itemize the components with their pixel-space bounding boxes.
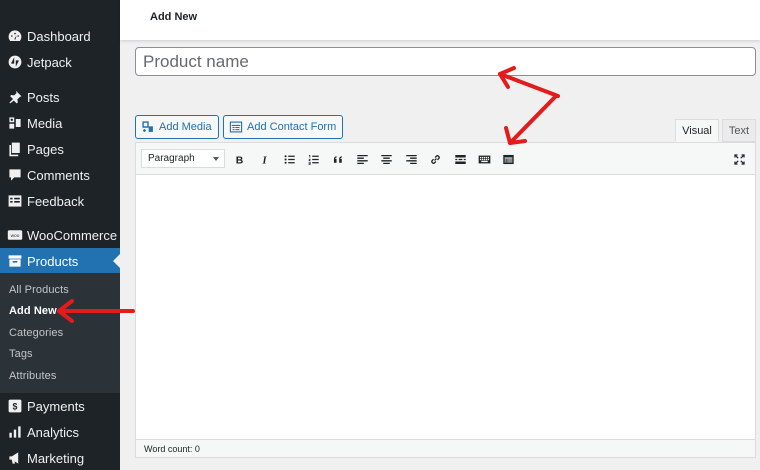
bulleted-list-button[interactable] <box>280 150 298 168</box>
form-icon <box>229 121 243 133</box>
italic-icon: I <box>261 155 267 166</box>
sidebar-item-comments[interactable]: Comments <box>0 162 120 188</box>
sidebar-item-analytics[interactable]: Analytics <box>0 419 120 445</box>
sidebar-item-marketing[interactable]: Marketing <box>0 445 120 470</box>
toolbar-toggle-button[interactable] <box>475 150 493 168</box>
svg-text:$: $ <box>13 402 18 412</box>
woo-icon: woo <box>5 225 25 245</box>
fullscreen-icon <box>733 153 745 165</box>
sidebar-item-products[interactable]: Products <box>0 248 120 274</box>
sidebar-item-posts[interactable]: Posts <box>0 84 120 110</box>
content-editor: Paragraph B I Word count: 0 <box>135 142 756 458</box>
submenu-attributes[interactable]: Attributes <box>9 370 56 382</box>
submenu-add-new[interactable]: Add New <box>9 305 57 317</box>
sidebar-item-label: Jetpack <box>27 54 72 70</box>
jetpack-icon <box>5 52 25 72</box>
align-left-icon <box>356 154 368 164</box>
editor-statusbar: Word count: 0 <box>136 439 755 457</box>
sidebar-item-label: Comments <box>27 167 90 183</box>
svg-text:woo: woo <box>11 234 20 239</box>
blockquote-button[interactable] <box>329 150 347 168</box>
arrow-to-form-button-icon <box>504 94 558 145</box>
svg-text:I: I <box>261 155 267 166</box>
sidebar-item-label: Media <box>27 115 63 131</box>
sidebar-item-label: Feedback <box>27 193 85 209</box>
word-count: Word count: 0 <box>144 443 200 454</box>
format-select-value: Paragraph <box>148 153 195 164</box>
add-contact-form-button[interactable]: Add Contact Form <box>223 115 344 139</box>
sidebar-item-label: Posts <box>27 89 60 105</box>
media-icon <box>5 113 25 133</box>
sidebar-item-label: Dashboard <box>27 28 91 44</box>
submenu-all-products[interactable]: All Products <box>9 284 69 296</box>
products-submenu: All Products Add New Categories Tags Att… <box>0 273 120 393</box>
bulleted-list-icon <box>284 154 295 164</box>
italic-button[interactable]: I <box>255 150 273 168</box>
form-icon <box>502 154 514 164</box>
editor-toolbar: Paragraph B I <box>136 143 755 175</box>
align-center-button[interactable] <box>377 150 395 168</box>
link-icon <box>430 154 440 164</box>
align-right-icon <box>405 154 417 164</box>
sidebar-item-label: Analytics <box>27 424 80 440</box>
comment-icon <box>5 165 25 185</box>
insert-form-button[interactable] <box>499 150 517 168</box>
align-center-icon <box>380 154 392 164</box>
sidebar-item-pages[interactable]: Pages <box>0 136 120 162</box>
page-title: Add New <box>150 11 198 23</box>
align-right-button[interactable] <box>402 150 420 168</box>
sidebar-item-woocommerce[interactable]: woo WooCommerce <box>0 222 120 248</box>
blockquote-icon <box>333 155 342 163</box>
admin-sidebar: Dashboard Jetpack Posts Media Pages Comm… <box>0 0 120 470</box>
sidebar-item-label: Products <box>27 253 79 269</box>
sidebar-item-label: Payments <box>27 398 85 414</box>
archive-icon <box>5 251 25 271</box>
insert-link-button[interactable] <box>426 150 444 168</box>
feedback-icon <box>5 191 25 211</box>
tab-text[interactable]: Text <box>722 119 756 142</box>
toolbar-toggle-icon <box>478 155 490 163</box>
format-select[interactable]: Paragraph <box>141 149 225 168</box>
pin-icon <box>5 87 25 107</box>
sidebar-item-payments[interactable]: $ Payments <box>0 393 120 419</box>
page-header: Add New <box>120 0 760 40</box>
bar-chart-icon <box>5 422 25 442</box>
sidebar-item-media[interactable]: Media <box>0 110 120 136</box>
sidebar-item-label: WooCommerce <box>27 227 118 243</box>
add-media-button[interactable]: Add Media <box>135 115 219 139</box>
read-more-button[interactable] <box>451 150 469 168</box>
sidebar-item-feedback[interactable]: Feedback <box>0 188 120 214</box>
read-more-icon <box>454 154 466 164</box>
numbered-list-button[interactable] <box>304 150 322 168</box>
dashboard-icon <box>5 26 25 46</box>
megaphone-icon <box>5 448 25 468</box>
add-contact-form-label: Add Contact Form <box>247 121 337 133</box>
product-name-input[interactable] <box>135 47 756 76</box>
editor-content-area[interactable] <box>136 175 755 439</box>
align-left-button[interactable] <box>353 150 371 168</box>
pages-icon <box>5 139 25 159</box>
sidebar-item-label: Pages <box>27 141 64 157</box>
tab-visual[interactable]: Visual <box>675 119 719 142</box>
submenu-tags[interactable]: Tags <box>9 348 33 360</box>
svg-text:B: B <box>235 155 243 166</box>
dollar-icon: $ <box>5 396 25 416</box>
sidebar-item-dashboard[interactable]: Dashboard <box>0 23 120 49</box>
numbered-list-icon <box>308 154 319 165</box>
submenu-categories[interactable]: Categories <box>9 327 63 339</box>
sidebar-item-jetpack[interactable]: Jetpack <box>0 49 120 75</box>
sidebar-item-label: Marketing <box>27 450 85 466</box>
add-media-label: Add Media <box>159 121 212 133</box>
chevron-down-icon <box>213 157 219 161</box>
fullscreen-button[interactable] <box>730 150 748 168</box>
add-media-icon <box>142 121 153 132</box>
bold-icon: B <box>235 155 243 166</box>
bold-button[interactable]: B <box>230 150 248 168</box>
